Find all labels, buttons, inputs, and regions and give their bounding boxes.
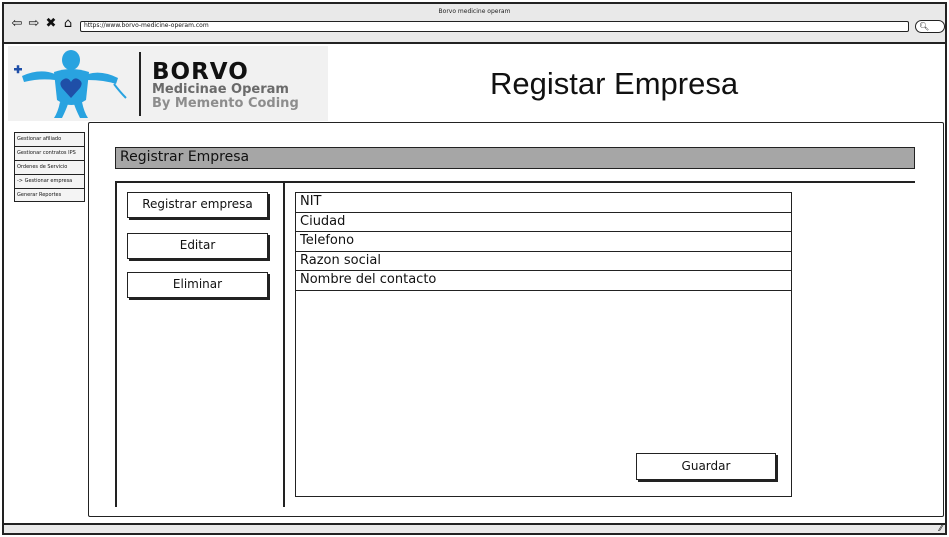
forward-arrow-icon[interactable]: ⇨ (27, 16, 41, 32)
guardar-button[interactable]: Guardar (636, 453, 776, 480)
eliminar-button[interactable]: Eliminar (127, 272, 268, 298)
resize-grip-icon[interactable]: ⁄⁄ (939, 525, 942, 533)
sidebar-item-gestionar-afiliado[interactable]: Gestionar afiliado (14, 132, 85, 146)
search-box[interactable]: 🔍︎ (915, 20, 945, 33)
browser-nav-buttons: ⇦ ⇨ ✖ ⌂ (10, 16, 75, 32)
editar-button[interactable]: Editar (127, 233, 268, 259)
sidebar-nav: Gestionar afiliado Gestionar contratos I… (14, 132, 85, 202)
close-icon[interactable]: ✖ (44, 16, 58, 32)
home-icon[interactable]: ⌂ (61, 16, 75, 32)
actions-column-left-border (115, 181, 117, 507)
brand-logo: BORVO Medicinae Operam By Memento Coding (8, 46, 328, 121)
actions-column-divider (283, 181, 285, 507)
logo-divider (139, 52, 141, 116)
page-title: Registar Empresa (490, 66, 739, 101)
browser-statusbar: ⁄⁄ (4, 523, 945, 533)
razon-social-field[interactable]: Razon social (296, 252, 791, 271)
sidebar-item-generar-reportes[interactable]: Generar Reportes (14, 188, 85, 202)
sidebar-item-ordenes-de-servicio[interactable]: Ordenes de Servicio (14, 160, 85, 174)
back-arrow-icon[interactable]: ⇦ (10, 16, 24, 32)
brand-subtitle: Medicinae Operam (152, 82, 289, 97)
registrar-empresa-button[interactable]: Registrar empresa (127, 192, 268, 218)
brand-byline: By Memento Coding (152, 96, 299, 111)
ciudad-field[interactable]: Ciudad (296, 213, 791, 232)
window-title: Borvo medicine operam (438, 8, 511, 15)
empresa-form: NIT Ciudad Telefono Razon social Nombre … (295, 192, 792, 497)
browser-titlebar: Borvo medicine operam ⇦ ⇨ ✖ ⌂ https://ww… (4, 4, 945, 44)
medical-figure-logo-icon (14, 50, 127, 118)
url-bar[interactable]: https://www.borvo-medicine-operam.com (80, 21, 909, 32)
sidebar-item-gestionar-empresa[interactable]: -> Gestionar empresa (14, 174, 85, 188)
sidebar-item-gestionar-contratos-ips[interactable]: Gestionar contratos IPS (14, 146, 85, 160)
nombre-contacto-field[interactable]: Nombre del contacto (296, 271, 791, 291)
brand-name: BORVO (152, 59, 249, 85)
section-title-bar: Registrar Empresa (115, 147, 915, 169)
search-icon: 🔍︎ (919, 22, 930, 31)
section-divider (115, 181, 915, 183)
telefono-field[interactable]: Telefono (296, 232, 791, 252)
nit-field[interactable]: NIT (296, 193, 791, 213)
